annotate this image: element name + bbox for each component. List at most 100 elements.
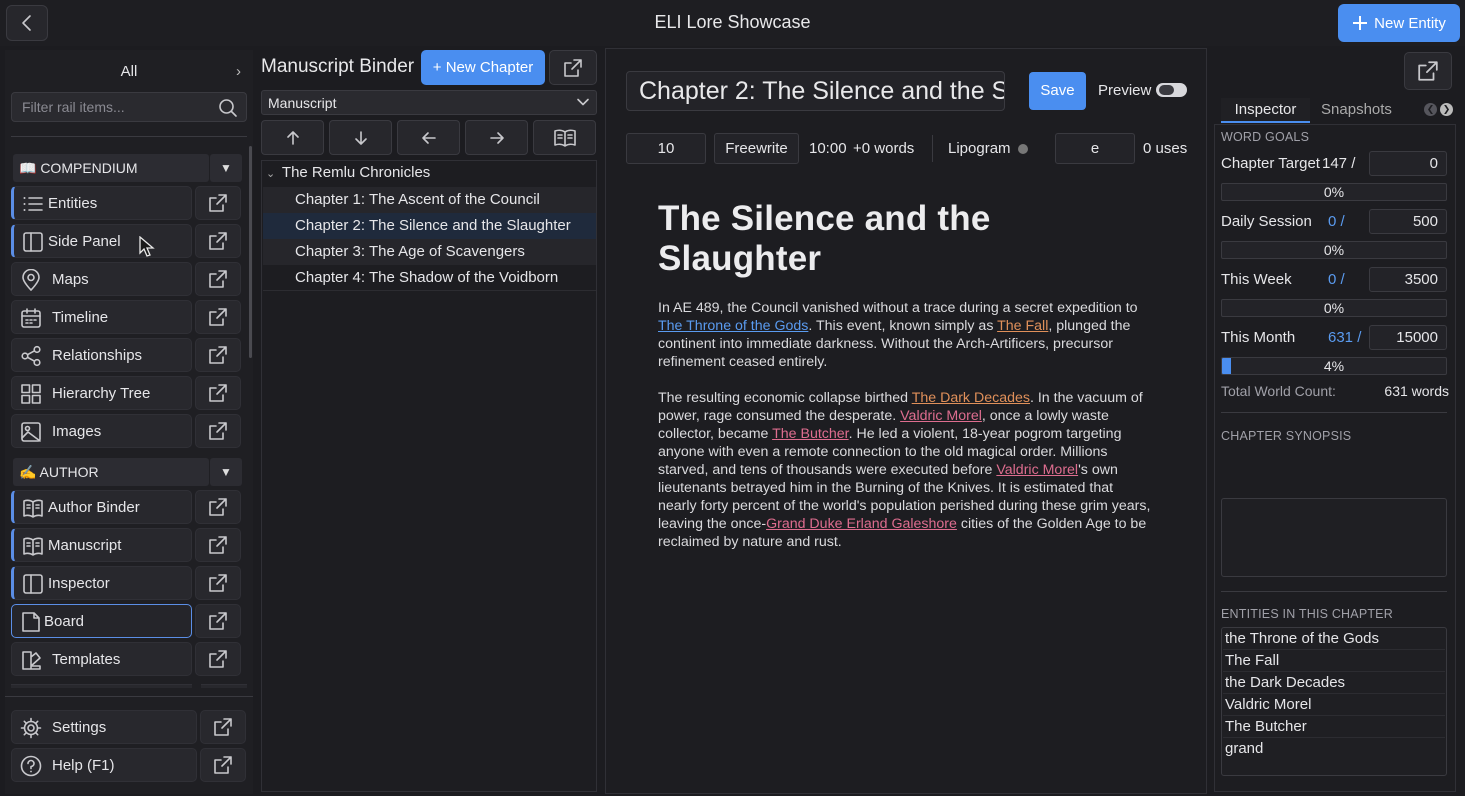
sidebar-item-entities[interactable]: Entities [11, 186, 192, 220]
rail-selector[interactable]: All › [11, 56, 247, 86]
sidebar-item-partial [11, 684, 192, 688]
sidebar-item-maps[interactable]: Maps [11, 262, 192, 296]
chevron-right-icon: › [236, 63, 241, 80]
sidebar-item-images[interactable]: Images [11, 414, 192, 448]
save-button[interactable]: Save [1029, 72, 1086, 110]
sidebar-scrollbar[interactable] [249, 146, 252, 358]
freewrite-minutes-input[interactable]: 10 [626, 133, 706, 164]
sidebar-item-board[interactable]: Board [11, 604, 192, 638]
chapter-target-input[interactable]: 0 [1369, 151, 1447, 176]
entity-link[interactable]: Grand Duke Erland Galeshore [766, 516, 957, 532]
progress-percent: 4% [1323, 358, 1345, 374]
new-entity-button[interactable]: New Entity [1338, 4, 1460, 42]
lipogram-toggle[interactable] [1018, 144, 1028, 154]
board-popout-button[interactable] [195, 604, 241, 638]
tab-scroll-left-icon[interactable]: ❮ [1424, 103, 1437, 116]
sidebar-item-hierarchy-tree[interactable]: Hierarchy Tree [11, 376, 192, 410]
this-week-input[interactable]: 3500 [1369, 267, 1447, 292]
chapter-item[interactable]: Chapter 1: The Ascent of the Council [263, 187, 596, 213]
manuscript-binder: Manuscript Binder + New Chapter Manuscri… [261, 50, 598, 792]
preview-toggle[interactable] [1156, 83, 1187, 97]
goal-label: This Month [1221, 329, 1296, 346]
author-binder-popout-button[interactable] [195, 490, 241, 524]
inspector-popout-button[interactable] [1404, 52, 1452, 90]
daily-session-input[interactable]: 500 [1369, 209, 1447, 234]
binder-popout-button[interactable] [549, 50, 597, 85]
chapter-title-input[interactable]: Chapter 2: The Silence and the Slaughter [626, 71, 1005, 111]
sidebar-item-author-binder[interactable]: Author Binder [11, 490, 192, 524]
list-item[interactable]: grand [1223, 738, 1445, 760]
read-mode-button[interactable] [533, 120, 596, 155]
paragraph-text: In AE 489, the Council vanished without … [658, 300, 1138, 316]
settings-popout-button[interactable] [200, 710, 246, 744]
sidebar-item-label: Hierarchy Tree [52, 385, 151, 402]
entity-link[interactable]: The Throne of the Gods [658, 318, 808, 334]
rail-filter-field[interactable] [11, 92, 247, 122]
sidebar-item-inspector[interactable]: Inspector [11, 566, 192, 600]
relationships-popout-button[interactable] [195, 338, 241, 372]
move-down-button[interactable] [329, 120, 392, 155]
chapter-item-selected[interactable]: Chapter 2: The Silence and the Slaughter [263, 213, 596, 239]
sidebar-item-manuscript[interactable]: Manuscript [11, 528, 192, 562]
images-popout-button[interactable] [195, 414, 241, 448]
maps-popout-button[interactable] [195, 262, 241, 296]
list-item[interactable]: the Dark Decades [1223, 672, 1445, 694]
lipogram-letter-input[interactable]: e [1055, 133, 1135, 164]
external-link-icon [209, 498, 227, 516]
timeline-popout-button[interactable] [195, 300, 241, 334]
compendium-section-header[interactable]: 📖 COMPENDIUM [13, 154, 209, 182]
back-button[interactable] [6, 5, 48, 41]
entity-name: grand [1225, 740, 1264, 757]
sidebar-item-settings[interactable]: Settings [11, 710, 197, 744]
sidebar-item-templates[interactable]: Templates [11, 642, 192, 676]
tab-snapshots[interactable]: Snapshots [1314, 98, 1399, 123]
entity-link[interactable]: The Dark Decades [912, 390, 1030, 406]
calendar-icon [21, 308, 41, 328]
goal-label: Chapter Target [1221, 155, 1320, 172]
list-item[interactable]: The Fall [1223, 650, 1445, 672]
hierarchy-tree-popout-button[interactable] [195, 376, 241, 410]
search-icon[interactable] [218, 98, 238, 118]
list-item[interactable]: Valdric Morel [1223, 694, 1445, 716]
sidebar-item-side-panel[interactable]: Side Panel [11, 224, 192, 258]
binder-view-select-value: Manuscript [268, 95, 337, 111]
templates-popout-button[interactable] [195, 642, 241, 676]
this-month-input[interactable]: 15000 [1369, 325, 1447, 350]
manuscript-preview: The Silence and the Slaughter In AE 489,… [658, 199, 1153, 569]
freewrite-button[interactable]: Freewrite [714, 133, 799, 164]
new-chapter-button[interactable]: + New Chapter [421, 50, 545, 85]
chapter-item[interactable]: Chapter 3: The Age of Scavengers [263, 239, 596, 265]
entity-link[interactable]: Valdric Morel [900, 408, 982, 424]
indent-button[interactable] [465, 120, 528, 155]
sidebar-item-relationships[interactable]: Relationships [11, 338, 192, 372]
chapter-item[interactable]: Chapter 4: The Shadow of the Voidborn [263, 265, 596, 291]
manuscript-popout-button[interactable] [195, 528, 241, 562]
compendium-collapse-toggle[interactable]: ▼ [210, 154, 242, 182]
tree-root-book[interactable]: ⌄ The Remlu Chronicles [266, 164, 430, 181]
entity-link[interactable]: The Fall [997, 318, 1048, 334]
outdent-button[interactable] [397, 120, 460, 155]
inspector-popout-button[interactable] [195, 566, 241, 600]
rail-filter-input[interactable] [22, 99, 207, 115]
list-item[interactable]: The Butcher [1223, 716, 1445, 738]
chapter-synopsis-textarea[interactable] [1221, 498, 1447, 577]
sidebar-item-timeline[interactable]: Timeline [11, 300, 192, 334]
author-collapse-toggle[interactable]: ▼ [210, 458, 242, 486]
move-up-button[interactable] [261, 120, 324, 155]
chevron-down-icon[interactable]: ⌄ [266, 167, 278, 180]
author-section-header[interactable]: ✍️ AUTHOR [13, 458, 209, 486]
tab-inspector[interactable]: Inspector [1221, 98, 1310, 123]
sidebar-item-help[interactable]: Help (F1) [11, 748, 197, 782]
entities-popout-button[interactable] [195, 186, 241, 220]
freewrite-word-delta: +0 words [853, 140, 915, 157]
compendium-section-title: 📖 COMPENDIUM [19, 160, 138, 176]
list-item[interactable]: the Throne of the Gods [1223, 628, 1445, 650]
binder-view-select[interactable]: Manuscript [261, 90, 597, 115]
entity-link[interactable]: Valdric Morel [996, 462, 1078, 478]
help-popout-button[interactable] [200, 748, 246, 782]
divider [1221, 412, 1447, 413]
entity-name: the Dark Decades [1225, 674, 1346, 691]
tab-scroll-right-icon[interactable]: ❯ [1440, 103, 1453, 116]
side-panel-popout-button[interactable] [195, 224, 241, 258]
entity-link[interactable]: The Butcher [772, 426, 849, 442]
